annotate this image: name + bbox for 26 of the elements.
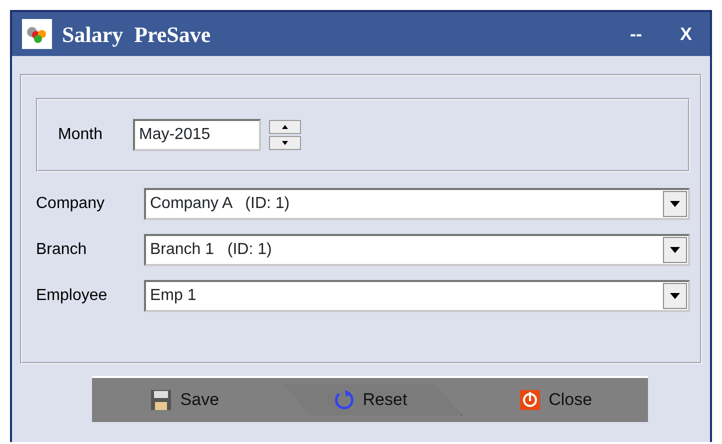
minimize-button[interactable]: -- (622, 20, 650, 48)
down-arrow-icon (670, 201, 680, 207)
down-arrow-icon (670, 247, 680, 253)
spin-down-button[interactable] (269, 136, 301, 150)
field-label: Branch (36, 240, 88, 260)
save-button[interactable]: Save (92, 378, 278, 422)
dropdown-arrow-button[interactable] (663, 237, 687, 263)
dropdown-field[interactable]: Emp 1 (144, 280, 690, 312)
up-arrow-icon (282, 125, 288, 129)
dropdown-arrow-button[interactable] (663, 283, 687, 309)
dropdown-arrow-button[interactable] (663, 191, 687, 217)
circular-arrow-icon (332, 389, 355, 411)
spin-up-button[interactable] (269, 120, 301, 134)
window-title: Salary PreSave (62, 20, 211, 49)
close-button[interactable]: Close (462, 378, 648, 422)
dropdown-field[interactable]: Company A (ID: 1) (144, 188, 690, 220)
month-field[interactable]: May-2015 (133, 119, 261, 151)
down-arrow-icon (282, 141, 288, 145)
field-label: Employee (36, 286, 108, 306)
close-button[interactable]: X (672, 20, 700, 48)
app-icon (22, 19, 52, 49)
power-icon (518, 389, 541, 411)
field-label: Month (58, 125, 104, 145)
dropdown-field[interactable]: Branch 1 (ID: 1) (144, 234, 690, 266)
field-label: Company (36, 194, 106, 214)
down-arrow-icon (670, 293, 680, 299)
